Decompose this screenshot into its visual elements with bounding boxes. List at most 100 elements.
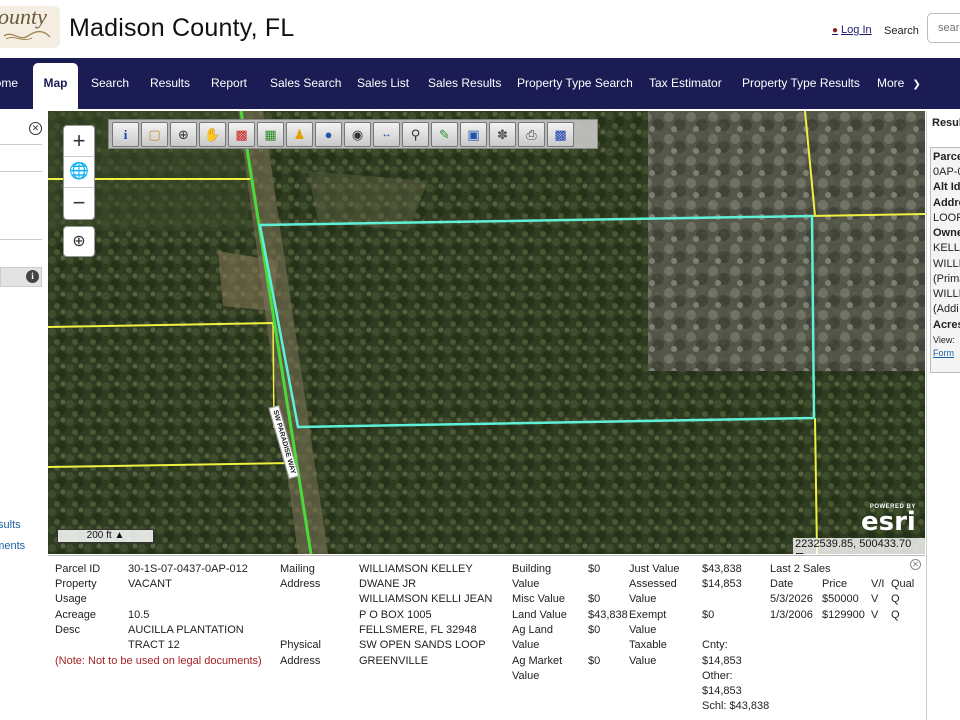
result-row: Owne (933, 227, 960, 239)
chevron-down-icon: ❯ (912, 79, 921, 90)
nav-property-type-search[interactable]: Property Type Search (517, 58, 633, 109)
physical-line: GREENVILLE (359, 655, 429, 667)
locate-button[interactable]: ⊕ (63, 226, 95, 257)
physical-line: SW OPEN SANDS LOOP (359, 639, 486, 651)
assessed-value: $14,853 (702, 578, 742, 590)
save-icon[interactable]: ▩ (547, 122, 574, 147)
exempt-value: $0 (702, 609, 715, 621)
ag-market-label-2: Value (512, 670, 540, 682)
mailing-label-2: Address (280, 578, 321, 590)
mailing-line: DWANE JR (359, 578, 417, 590)
print-icon[interactable]: ⎙ (518, 122, 545, 147)
nav-map[interactable]: Map (33, 63, 78, 109)
physical-label: Physical (280, 639, 321, 651)
extent-icon[interactable]: ▦ (257, 122, 284, 147)
desc-label: Desc (55, 624, 81, 636)
results-panel: Results Parcel 0AP-0 Alt Id Addre LOOP O… (926, 111, 960, 720)
search-input[interactable] (927, 13, 960, 43)
mailing-line: P O BOX 1005 (359, 609, 432, 621)
result-row: WILLI (933, 258, 960, 270)
nav-property-type-results[interactable]: Property Type Results (742, 58, 860, 109)
pan-icon[interactable]: ✋ (199, 122, 226, 147)
desc-value-2: TRACT 12 (128, 639, 180, 651)
view-label: View: (933, 335, 955, 345)
street-view-icon[interactable]: ♟ (286, 122, 313, 147)
mailing-label: Mailing (280, 563, 315, 575)
draw-icon[interactable]: ✎ (431, 122, 458, 147)
result-row: WILLI (933, 288, 960, 300)
nav-sales-search[interactable]: Sales Search (270, 58, 341, 109)
just-value-label: Just Value (629, 563, 680, 575)
zoom-in-icon[interactable]: ⊕ (170, 122, 197, 147)
nav-report[interactable]: Report (211, 58, 247, 109)
triangle-up-icon: ▲ (114, 530, 125, 541)
nav-home[interactable]: Home (0, 58, 18, 109)
nav-tax-estimator[interactable]: Tax Estimator (649, 58, 722, 109)
result-row: KELLI (933, 242, 960, 254)
building-value-label-2: Value (512, 578, 540, 590)
identify-icon[interactable]: i (112, 122, 139, 147)
layer-bar[interactable]: i (0, 267, 42, 287)
nav-more[interactable]: More ❯ (877, 58, 921, 109)
misc-value-label: Misc Value (512, 593, 565, 605)
nav-more-label: More (877, 76, 905, 90)
property-usage-label-2: Usage (55, 593, 87, 605)
info-icon[interactable]: i (26, 270, 39, 283)
ag-market-label: Ag Market (512, 655, 563, 667)
nav-results[interactable]: Results (150, 58, 190, 109)
divider (0, 239, 42, 240)
coordinate-readout: 2232539.85, 500433.70 ⊞ (793, 538, 925, 554)
camera-icon[interactable]: ◉ (344, 122, 371, 147)
taxable-line: $14,853 (702, 655, 742, 667)
login-link[interactable]: ● Log In (832, 24, 872, 36)
globe-button[interactable]: 🌐 (64, 157, 94, 188)
form-link[interactable]: Form (933, 348, 954, 358)
eraser-icon[interactable]: ▩ (228, 122, 255, 147)
sales-header-date: Date (770, 578, 794, 590)
ag-land-value: $0 (588, 624, 601, 636)
select-icon[interactable]: ▢ (141, 122, 168, 147)
parcel-id-label: Parcel ID (55, 563, 101, 575)
mailing-line: WILLIAMSON KELLI JEAN (359, 593, 493, 605)
nav-search[interactable]: Search (91, 58, 129, 109)
results-link[interactable]: Results (0, 519, 21, 531)
logo-text: ounty (0, 6, 47, 29)
results-title: Results (932, 117, 960, 129)
exempt-label-2: Value (629, 624, 657, 636)
search-icon[interactable]: ⚲ (402, 122, 429, 147)
zoom-in-button[interactable]: + (64, 126, 94, 157)
globe-icon[interactable]: ● (315, 122, 342, 147)
sales-header-price: Price (822, 578, 848, 590)
nav-sales-list[interactable]: Sales List (357, 58, 409, 109)
user-icon: ● (832, 25, 839, 36)
main-nav: Home Map Search Results Report Sales Sea… (0, 58, 960, 109)
result-row: 0AP-0 (933, 166, 960, 178)
scale-label: 200 ft (86, 530, 112, 541)
full-extent-icon[interactable]: ▣ (460, 122, 487, 147)
zoom-out-button[interactable]: − (64, 188, 94, 219)
assessed-label: Assessed (629, 578, 677, 590)
just-value: $43,838 (702, 563, 742, 575)
result-row: Alt Id (933, 181, 960, 193)
result-row: Acres (933, 319, 960, 331)
map-view[interactable]: SW PARADISE WAY + 🌐 − ⊕ i ▢ ⊕ ✋ ▩ ▦ ♟ ● … (48, 111, 925, 554)
sale-price: $129900 (822, 609, 865, 621)
mailing-line: FELLSMERE, FL 32948 (359, 624, 477, 636)
divider (0, 144, 42, 145)
sales-header-qual: Qual (891, 578, 915, 590)
layers-icon[interactable]: ✽ (489, 122, 516, 147)
sales-title: Last 2 Sales (770, 563, 831, 575)
building-value: $0 (588, 563, 601, 575)
close-icon[interactable]: ✕ (29, 122, 42, 135)
physical-label-2: Address (280, 655, 321, 667)
measure-icon[interactable]: ↔ (373, 122, 400, 147)
comments-link[interactable]: Comments (0, 540, 25, 552)
close-icon[interactable]: ✕ (910, 559, 921, 570)
assessed-label-2: Value (629, 593, 657, 605)
expand-icon[interactable]: ⊞ (795, 551, 804, 554)
land-value-label: Land Value (512, 609, 567, 621)
mailing-line: WILLIAMSON KELLEY (359, 563, 473, 575)
nav-sales-results[interactable]: Sales Results (428, 58, 501, 109)
site-header: ounty Madison County, FL ● Log In Search (0, 0, 960, 58)
county-logo[interactable]: ounty (0, 6, 60, 48)
